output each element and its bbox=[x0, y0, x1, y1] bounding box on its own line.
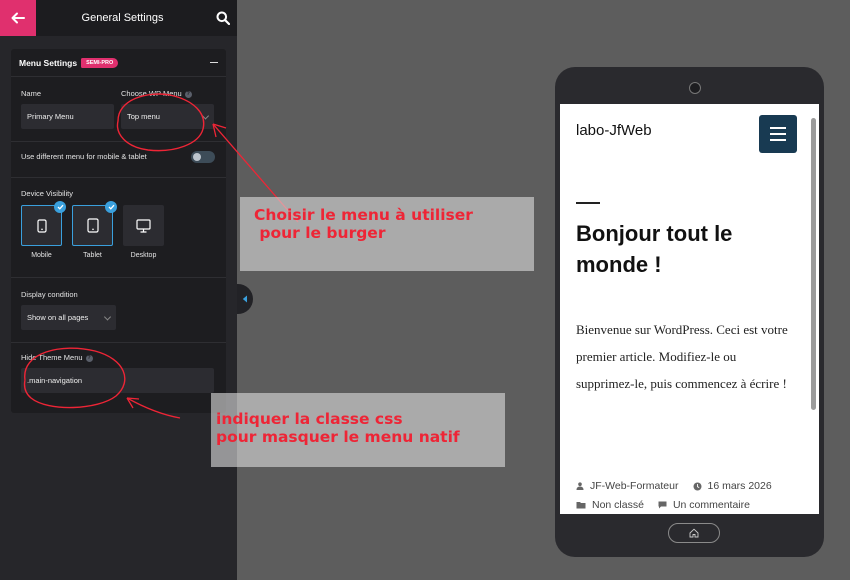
menu-settings-header[interactable]: Menu Settings SEMI-PRO bbox=[11, 49, 226, 77]
hamburger-line bbox=[770, 127, 786, 129]
tablet-icon bbox=[86, 218, 99, 233]
note-line: pour le burger bbox=[254, 224, 386, 242]
post-category[interactable]: Non classé bbox=[592, 499, 644, 511]
triangle-left-icon bbox=[242, 295, 247, 303]
settings-panel: General Settings Menu Settings SEMI-PRO … bbox=[0, 0, 237, 580]
chevron-down-icon bbox=[103, 312, 112, 321]
semi-pro-badge: SEMI-PRO bbox=[81, 57, 119, 68]
display-condition-label: Display condition bbox=[21, 290, 78, 299]
collapse-panel-button[interactable] bbox=[237, 284, 253, 314]
wp-menu-select[interactable]: Top menu bbox=[121, 104, 214, 129]
post-author[interactable]: JF-Web-Formateur bbox=[590, 480, 679, 492]
check-icon bbox=[105, 201, 117, 213]
menu-settings-card: Menu Settings SEMI-PRO Name Choose WP Me… bbox=[11, 49, 226, 413]
display-condition-select[interactable]: Show on all pages bbox=[21, 305, 116, 330]
preview-scrollbar[interactable] bbox=[811, 118, 816, 410]
note-line: pour masquer le menu natif bbox=[216, 428, 460, 446]
device-mobile-button[interactable] bbox=[21, 201, 66, 246]
panel-title: General Settings bbox=[81, 12, 164, 24]
note-line: indiquer la classe css bbox=[216, 410, 403, 428]
post-meta-row: JF-Web-Formateur 16 mars 2026 bbox=[576, 480, 772, 492]
desktop-icon bbox=[136, 218, 151, 233]
site-preview: labo-JfWeb Bonjour tout le monde ! Bienv… bbox=[560, 104, 819, 514]
post-meta-row: Non classé Un commentaire bbox=[576, 499, 750, 511]
back-button[interactable] bbox=[0, 0, 36, 36]
hamburger-line bbox=[770, 133, 786, 135]
annotation-note-css: indiquer la classe css pour masquer le m… bbox=[211, 393, 505, 467]
annotation-note-burger: Choisir le menu à utiliser pour le burge… bbox=[240, 197, 534, 271]
collapse-icon[interactable] bbox=[210, 61, 218, 64]
device-label-desktop: Desktop bbox=[130, 252, 157, 259]
home-icon bbox=[689, 528, 699, 538]
camera-icon bbox=[689, 82, 701, 94]
hamburger-menu-button[interactable] bbox=[759, 115, 797, 153]
mobile-menu-toggle[interactable] bbox=[191, 151, 215, 163]
display-condition-value: Show on all pages bbox=[27, 313, 89, 322]
panel-header: General Settings bbox=[0, 0, 237, 36]
chevron-down-icon bbox=[201, 111, 210, 120]
post-title[interactable]: Bonjour tout le monde ! bbox=[576, 218, 776, 280]
name-label: Name bbox=[21, 89, 42, 98]
divider bbox=[11, 342, 226, 343]
post-date[interactable]: 16 mars 2026 bbox=[708, 480, 772, 492]
home-button[interactable] bbox=[668, 523, 720, 543]
name-input[interactable]: Primary Menu bbox=[21, 104, 114, 129]
folder-icon bbox=[576, 502, 586, 509]
hide-theme-menu-input[interactable]: .main-navigation bbox=[21, 368, 214, 393]
wp-menu-label: Choose WP Menu? bbox=[121, 89, 192, 98]
help-icon[interactable]: ? bbox=[184, 90, 192, 98]
site-title[interactable]: labo-JfWeb bbox=[576, 122, 652, 139]
mobile-menu-label: Use different menu for mobile & tablet bbox=[21, 152, 147, 161]
author-icon bbox=[576, 482, 584, 490]
post-body: Bienvenue sur WordPress. Ceci est votre … bbox=[576, 322, 788, 391]
title-separator bbox=[576, 202, 600, 204]
device-tablet-button[interactable] bbox=[72, 201, 117, 246]
divider bbox=[11, 141, 226, 142]
hide-theme-menu-label: Hide Theme Menu? bbox=[21, 353, 93, 362]
help-icon[interactable]: ? bbox=[85, 354, 93, 362]
divider bbox=[11, 277, 226, 278]
device-desktop-button[interactable] bbox=[123, 205, 164, 246]
note-line: Choisir le menu à utiliser bbox=[254, 206, 473, 224]
device-visibility-label: Device Visibility bbox=[21, 189, 73, 198]
menu-settings-title: Menu Settings bbox=[19, 57, 78, 68]
arrow-left-icon bbox=[11, 12, 25, 24]
device-label-tablet: Tablet bbox=[83, 252, 102, 259]
post-comments[interactable]: Un commentaire bbox=[673, 499, 750, 511]
hamburger-line bbox=[770, 139, 786, 141]
toggle-knob bbox=[193, 153, 201, 161]
divider bbox=[11, 177, 226, 178]
wp-menu-select-value: Top menu bbox=[127, 112, 160, 121]
search-button[interactable] bbox=[209, 0, 237, 36]
device-label-mobile: Mobile bbox=[31, 252, 52, 259]
search-icon bbox=[216, 11, 230, 25]
comment-icon bbox=[658, 501, 667, 509]
mobile-icon bbox=[36, 218, 47, 233]
check-icon bbox=[54, 201, 66, 213]
clock-icon bbox=[693, 482, 701, 490]
